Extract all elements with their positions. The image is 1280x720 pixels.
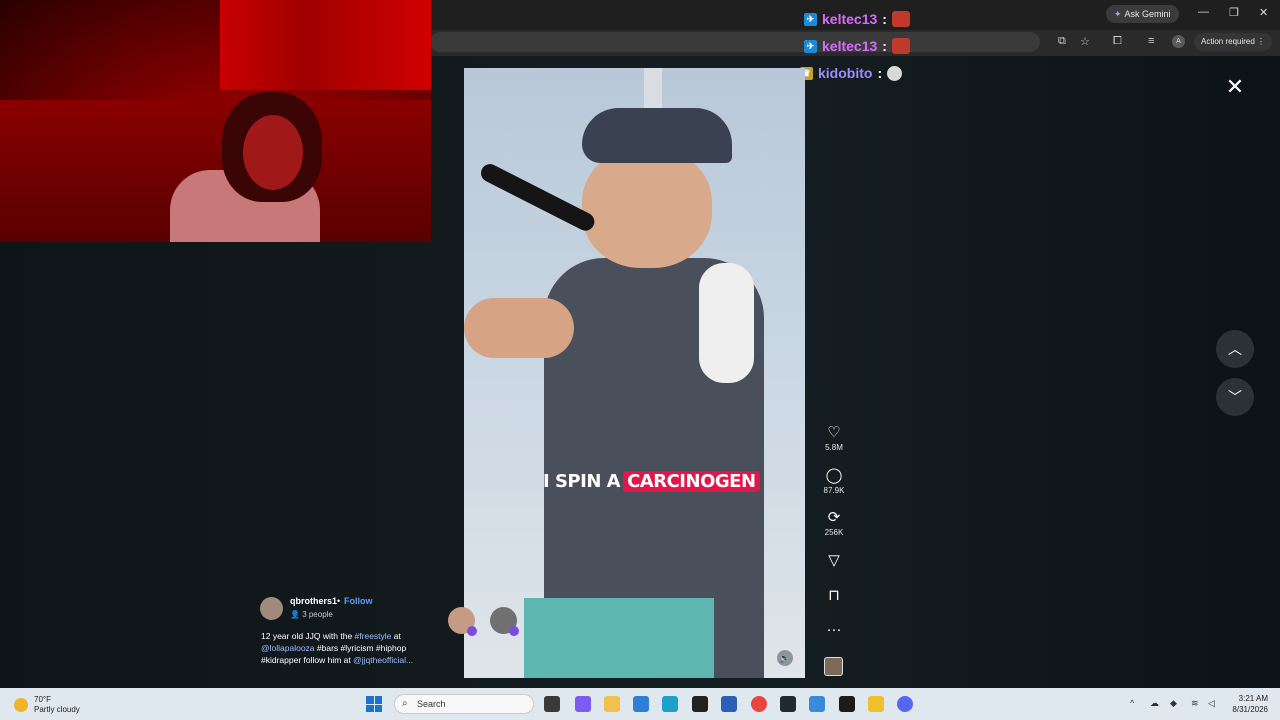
share-button[interactable]: ▽ [818,552,850,570]
volume-icon[interactable]: ◁ [1208,698,1215,709]
partly-cloudy-icon [14,698,28,712]
emote-icon [891,38,910,54]
collaborators-count[interactable]: 👤 3 people [290,610,333,619]
volume-icon[interactable]: 🔈 [777,650,793,666]
chrome-icon[interactable] [751,696,767,712]
collaborator-avatar[interactable] [448,607,477,636]
chevron-up-icon: ︿ [1228,341,1242,357]
send-icon: ▽ [828,552,840,569]
video-shorts [524,598,714,678]
post-username[interactable]: qbrothers1 [290,596,337,606]
start-button[interactable] [366,696,382,712]
extensions-icon[interactable]: ⧠ [1113,35,1122,48]
more-dots-icon: ··· [826,621,842,638]
gemini-spark-icon: ✦ [1114,9,1122,19]
minimize-icon[interactable]: — [1198,6,1209,18]
webcam-person-face [243,115,303,190]
profile-avatar[interactable]: A [1172,35,1185,48]
heart-icon: ♡ [827,424,841,441]
edge-icon[interactable] [662,696,678,712]
mention-link[interactable]: @lollapalooza [261,643,315,653]
more-options-button[interactable]: ··· [818,621,850,639]
bookmark-button[interactable]: ⊓ [818,587,850,605]
action-required-button[interactable]: Action required ⋮ [1194,33,1273,51]
chevron-down-icon: ﹀ [1228,389,1242,405]
next-video-button[interactable]: ﹀ [1216,378,1254,416]
repost-button[interactable]: ⟳ 256K [818,509,850,537]
previous-video-button[interactable]: ︿ [1216,330,1254,368]
video-player[interactable]: I SPIN A CARCINOGEN 🔈 [464,68,805,678]
chat-message: ✈ keltec13 : [804,36,910,56]
audio-thumbnail[interactable] [824,657,843,676]
webcam-wall [220,0,431,90]
prime-icon: ✈ [804,39,817,53]
clock[interactable]: 3:21 AM 8/31/2026 [1222,693,1268,715]
search-icon: ⌕ [402,698,408,709]
bookmark-icon: ⊓ [828,587,840,604]
video-face [582,148,712,268]
install-app-icon[interactable]: ⧉ [1058,35,1066,48]
prime-icon: ✈ [804,12,817,26]
video-cap [582,108,732,163]
emote-icon [891,11,910,27]
outlook-icon[interactable] [633,696,649,712]
copilot-icon[interactable] [575,696,591,712]
task-view-icon[interactable] [544,696,560,712]
terminal-icon[interactable] [780,696,796,712]
post-description: 12 year old JJQ with the #freestyle at @… [261,631,414,665]
app-tray-icon[interactable]: ◆ [1170,698,1177,709]
address-bar[interactable] [430,32,1040,52]
file-explorer-icon[interactable] [604,696,620,712]
onedrive-icon[interactable]: ☁ [1150,698,1159,709]
video-sleeve [699,263,754,383]
ask-gemini-button[interactable]: ✦ Ask Gemini [1106,5,1179,23]
webcam-overlay [0,0,431,242]
store-icon[interactable] [721,696,737,712]
avatar[interactable] [260,597,283,620]
photos-icon[interactable] [809,696,825,712]
chevron-up-icon[interactable]: ^ [1130,698,1134,708]
person-icon: 👤 [290,610,303,619]
xbox-icon[interactable] [839,696,855,712]
app-icon[interactable] [692,696,708,712]
chat-username: keltec13 [822,38,878,54]
taskbar: 70°F Partly cloudy ⌕ Search ^ ☁ ◆ ≋ ◁ 3:2… [0,688,1280,720]
follow-link[interactable]: Follow [344,596,373,606]
collaborator-avatar[interactable] [490,607,519,636]
bookmark-star-icon[interactable]: ☆ [1080,35,1090,48]
chat-username: kidobito [818,65,873,81]
weather-widget[interactable]: 70°F Partly cloudy [14,695,80,715]
chat-message: ✈ keltec13 : [804,9,910,29]
discord-icon[interactable] [897,696,913,712]
reading-list-icon[interactable]: ≡ [1148,35,1154,47]
close-window-icon[interactable]: ✕ [1259,6,1268,19]
like-button[interactable]: ♡ 5.8M [818,424,850,452]
hashtag-link[interactable]: #freestyle [355,631,392,641]
warning-icon[interactable] [868,696,884,712]
taskbar-search[interactable]: ⌕ Search [394,694,534,714]
wifi-icon[interactable]: ≋ [1191,698,1199,709]
restore-icon[interactable]: ❐ [1229,6,1239,19]
repost-icon: ⟳ [827,509,841,526]
close-icon[interactable]: ✕ [1224,76,1246,98]
mention-link[interactable]: @jjqtheofficial... [353,655,413,665]
skull-emote-icon [887,65,903,81]
microphone [477,160,598,234]
chat-username: keltec13 [822,11,878,27]
video-caption: I SPIN A CARCINOGEN [543,471,760,492]
comment-icon: ◯ [825,467,843,484]
video-arm [464,298,574,358]
chat-message: ♛ kidobito : [800,63,903,83]
comment-button[interactable]: ◯ 87.9K [818,467,850,495]
